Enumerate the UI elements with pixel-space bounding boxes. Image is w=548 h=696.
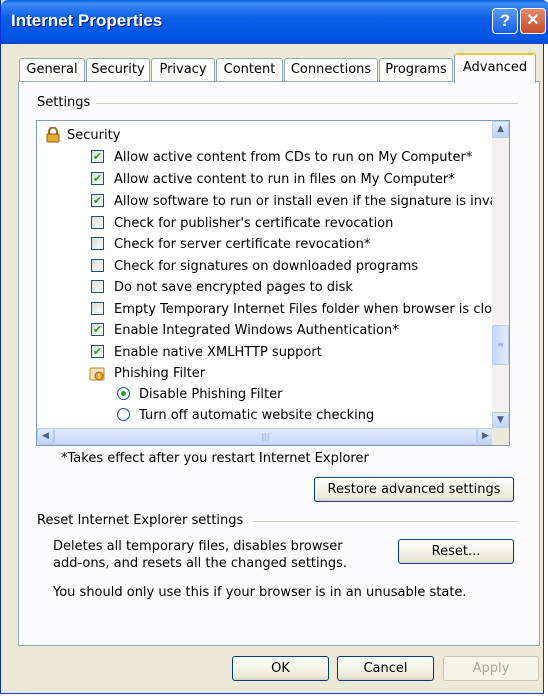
reset-warning: You should only use this if your browser… [53, 585, 467, 600]
checkbox-checked[interactable]: ✔ [91, 194, 104, 207]
setting-label: Empty Temporary Internet Files folder wh… [114, 302, 493, 317]
setting-label: Check for server certificate revocation* [114, 237, 371, 252]
reset-group-line [253, 521, 518, 522]
checkbox-unchecked[interactable] [91, 216, 104, 229]
setting-label: Enable Integrated Windows Authentication… [114, 323, 399, 338]
radio-selected[interactable] [117, 387, 130, 400]
settings-list[interactable]: Security ✔ Allow active content from CDs… [36, 120, 510, 446]
close-button[interactable]: ✕ [520, 8, 546, 34]
reset-description-line1: Deletes all temporary files, disables br… [53, 539, 343, 554]
lock-icon [46, 127, 60, 143]
setting-label: Allow software to run or install even if… [114, 194, 498, 209]
settings-group-label: Settings [37, 95, 97, 110]
reset-button[interactable]: Reset... [398, 539, 514, 564]
tab-advanced[interactable]: Advanced [454, 53, 536, 83]
scroll-left-button[interactable]: ◀ [37, 428, 54, 445]
checkbox-unchecked[interactable] [91, 280, 104, 293]
vertical-scroll-thumb[interactable]: ≡ [492, 325, 509, 365]
reset-group-label: Reset Internet Explorer settings [37, 513, 250, 528]
checkbox-checked[interactable]: ✔ [91, 172, 104, 185]
tab-connections[interactable]: Connections [284, 58, 378, 82]
tab-programs[interactable]: Programs [379, 58, 453, 82]
checkbox-checked[interactable]: ✔ [91, 323, 104, 336]
tab-security[interactable]: Security [86, 58, 150, 82]
help-button[interactable]: ? [492, 8, 518, 34]
scroll-down-button[interactable]: ▼ [492, 412, 509, 429]
setting-label: Check for publisher's certificate revoca… [114, 216, 394, 231]
setting-label: Enable native XMLHTTP support [114, 345, 322, 360]
settings-group-line [95, 103, 518, 104]
setting-label: Check for signatures on downloaded progr… [114, 259, 419, 274]
scrollbar-corner [492, 428, 509, 445]
restart-note: *Takes effect after you restart Internet… [61, 451, 369, 466]
sub-category-label: Phishing Filter [114, 366, 206, 381]
tab-general[interactable]: General [19, 58, 85, 82]
setting-label: Allow active content to run in files on … [114, 172, 455, 187]
checkbox-unchecked[interactable] [91, 237, 104, 250]
ok-button[interactable]: OK [232, 656, 329, 681]
vertical-scrollbar[interactable]: ▲ ≡ ▼ [492, 121, 509, 429]
internet-properties-window: Internet Properties ? ✕ General Security… [0, 0, 548, 694]
phishing-filter-icon [89, 367, 105, 381]
checkbox-checked[interactable]: ✔ [91, 345, 104, 358]
radio-label: Turn off automatic website checking [139, 408, 375, 423]
setting-label: Allow active content from CDs to run on … [114, 150, 473, 165]
radio-unselected[interactable] [117, 408, 130, 421]
tab-content[interactable]: Content [216, 58, 283, 82]
checkbox-unchecked[interactable] [91, 259, 104, 272]
reset-description-line2: add-ons, and resets all the changed sett… [53, 556, 348, 571]
apply-button[interactable]: Apply [443, 656, 539, 681]
window-title: Internet Properties [11, 11, 163, 30]
checkbox-checked[interactable]: ✔ [91, 150, 104, 163]
cancel-button[interactable]: Cancel [337, 656, 434, 681]
radio-label: Disable Phishing Filter [139, 387, 283, 402]
setting-label: Do not save encrypted pages to disk [114, 280, 353, 295]
tab-privacy[interactable]: Privacy [151, 58, 215, 82]
category-label: Security [67, 128, 121, 143]
scroll-up-button[interactable]: ▲ [492, 121, 509, 138]
title-bar[interactable]: Internet Properties ? ✕ [1, 0, 548, 44]
horizontal-scroll-thumb[interactable]: ||| [54, 428, 477, 445]
restore-advanced-settings-button[interactable]: Restore advanced settings [314, 477, 514, 502]
horizontal-scrollbar[interactable]: ◀ ||| ▶ [37, 428, 494, 445]
checkbox-unchecked[interactable] [91, 302, 104, 315]
